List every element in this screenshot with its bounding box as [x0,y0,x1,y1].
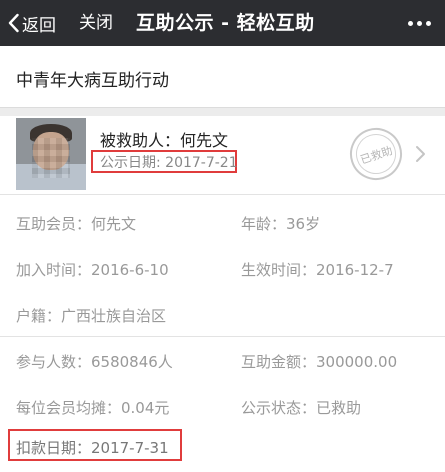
activity-title-row: 中青年大病互助行动 [0,46,445,108]
divider [0,336,445,337]
rescued-stamp-icon: 已救助 [343,121,409,187]
effective-time: 生效时间：2016-12-7 [241,261,394,279]
mutual-aid-amount: 互助金额：300000.00 [241,353,398,371]
close-button[interactable]: 关闭 [79,10,113,36]
publicity-detail: 中青年大病互助行动 被救助人：何先文 公示日期: 2017-7-21 已救助 互… [0,46,445,472]
back-label: 返回 [22,15,56,36]
publish-date: 公示日期: 2017-7-21 [100,155,238,171]
member-age: 年龄：36岁 [241,215,321,233]
member-name: 互助会员：何先文 [16,215,137,233]
more-dots-icon[interactable] [408,15,431,31]
publicity-status: 公示状态：已救助 [241,399,362,417]
beneficiary-name: 被救助人：何先文 [100,131,229,150]
section-gap [0,108,445,116]
page-title: 互助公示 - 轻松互助 [136,12,315,34]
join-time: 加入时间：2016-6-10 [16,261,169,279]
avatar [16,118,86,190]
navigation-bar: 返回 关闭 互助公示 - 轻松互助 [0,0,445,46]
per-member-share: 每位会员均摊：0.04元 [16,399,170,417]
deduct-date: 扣款日期：2017-7-31 [16,439,169,457]
participant-count: 参与人数：6580846人 [16,353,173,371]
chevron-left-icon [8,13,19,33]
household-registration: 户籍：广西壮族自治区 [16,307,167,325]
chevron-right-icon[interactable] [414,143,428,165]
beneficiary-card[interactable]: 被救助人：何先文 公示日期: 2017-7-21 已救助 [0,116,445,194]
back-button[interactable]: 返回 [8,10,56,36]
activity-title: 中青年大病互助行动 [16,71,169,91]
divider [0,194,445,195]
